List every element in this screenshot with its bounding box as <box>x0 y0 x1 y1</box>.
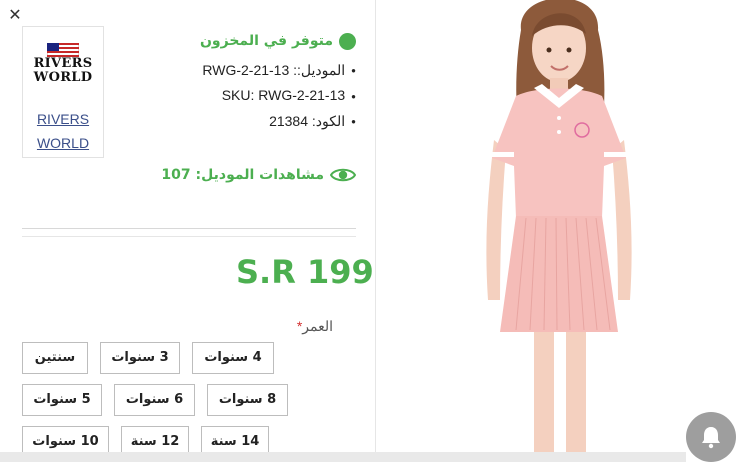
brand-link-line2[interactable]: WORLD <box>23 131 103 155</box>
age-label-text: العمر <box>302 318 333 334</box>
price: S.R 199 <box>236 253 374 291</box>
notification-button[interactable] <box>686 412 736 462</box>
horizontal-scrollbar[interactable] <box>0 452 686 462</box>
product-meta-list: الموديل:: RWG-2-21-13 SKU: RWG-2-21-13 ا… <box>200 58 356 134</box>
age-option-6y[interactable]: 6 سنوات <box>114 384 195 416</box>
divider <box>22 228 356 229</box>
flag-icon <box>47 43 79 57</box>
age-label: العمر* <box>297 318 333 335</box>
product-image[interactable] <box>376 0 737 462</box>
model-views: مشاهدات الموديل: 107 <box>161 166 356 184</box>
age-option-3y[interactable]: 3 سنوات <box>100 342 180 374</box>
close-button[interactable]: ✕ <box>6 6 24 24</box>
brand-logo-line2: WORLD <box>33 70 93 85</box>
age-option-5y[interactable]: 5 سنوات <box>22 384 102 416</box>
brand-link[interactable]: RIVERS WORLD <box>23 107 103 155</box>
bell-icon[interactable] <box>700 425 722 449</box>
brand-link-line1[interactable]: RIVERS <box>23 107 103 131</box>
age-option-8y[interactable]: 8 سنوات <box>207 384 288 416</box>
code-item: الكود: 21384 <box>200 109 356 134</box>
stock-label: متوفر في المخزون <box>199 33 333 49</box>
age-option-4y[interactable]: 4 سنوات <box>192 342 274 374</box>
product-info: متوفر في المخزون الموديل:: RWG-2-21-13 S… <box>200 30 356 134</box>
close-icon[interactable]: ✕ <box>8 5 21 24</box>
eye-icon <box>330 168 356 182</box>
brand-card[interactable]: RIVERS WORLD RIVERS WORLD <box>22 26 104 158</box>
model-photo <box>376 0 737 462</box>
stock-dot-icon <box>339 32 356 50</box>
brand-logo: RIVERS WORLD <box>23 43 103 85</box>
brand-logo-line1: RIVERS <box>33 56 93 71</box>
age-option-2y[interactable]: سنتين <box>22 342 88 374</box>
sku-item: SKU: RWG-2-21-13 <box>200 83 356 108</box>
stock-status: متوفر في المخزون <box>200 30 356 52</box>
divider <box>22 236 356 237</box>
views-label: مشاهدات الموديل: 107 <box>161 167 324 183</box>
model-item: الموديل:: RWG-2-21-13 <box>200 58 356 83</box>
